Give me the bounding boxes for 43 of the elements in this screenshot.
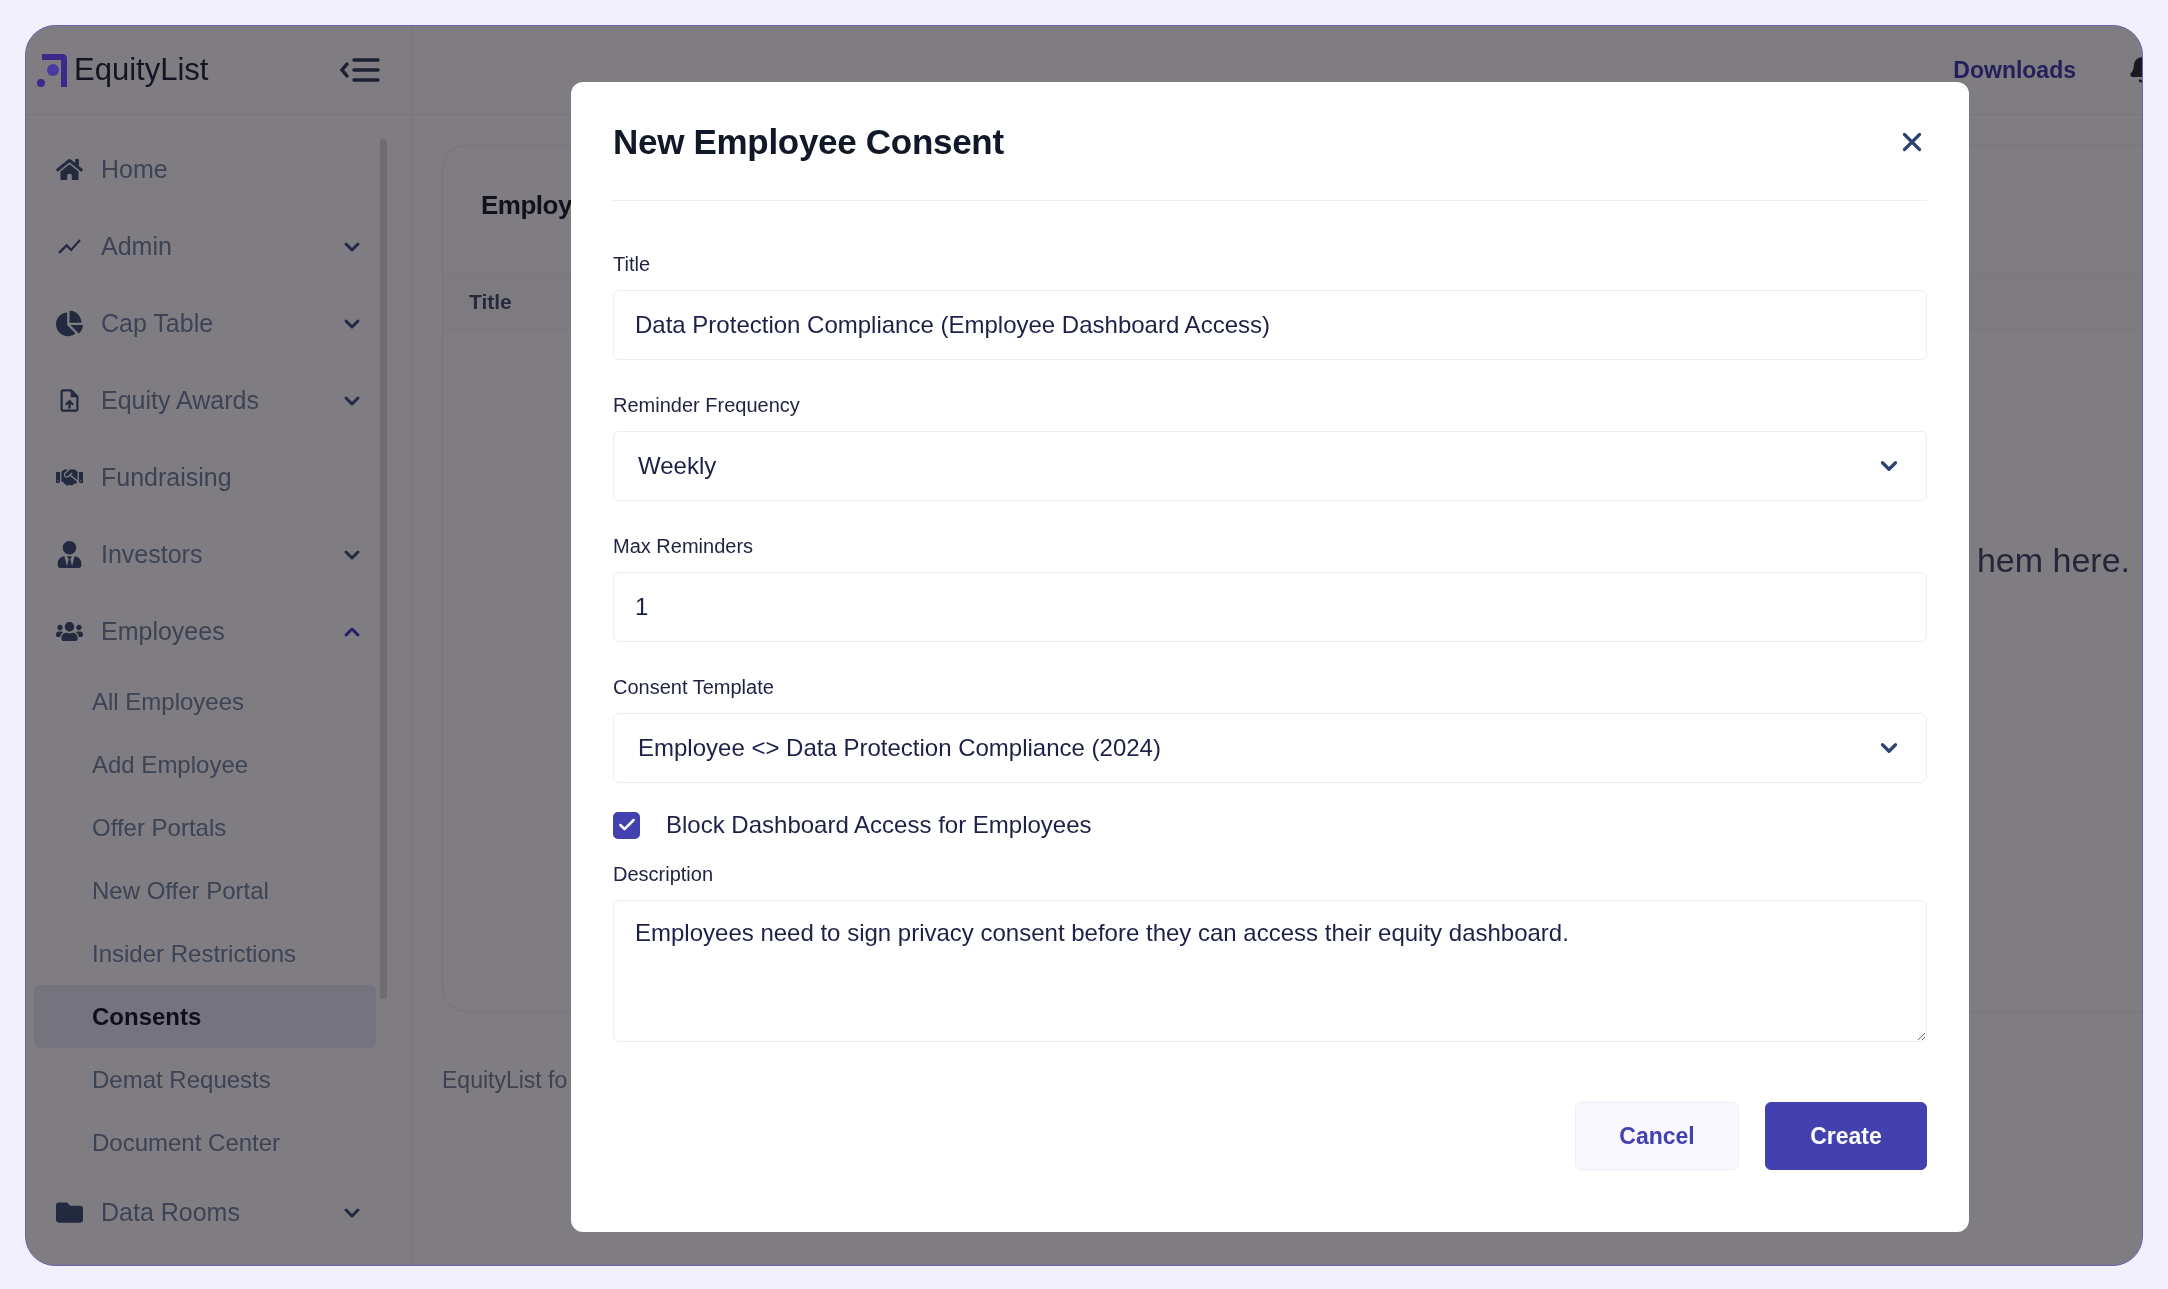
column-header: Title xyxy=(469,290,512,314)
person-icon xyxy=(56,541,83,568)
select-field[interactable]: Employee <> Data Protection Compliance (2024) xyxy=(613,713,1927,783)
sidebar-item[interactable]: Home xyxy=(34,131,376,208)
card-title: Employ xyxy=(481,190,572,222)
sidebar-item[interactable]: Fundraising xyxy=(34,439,376,516)
sidebar-subitem[interactable]: Demat Requests xyxy=(34,1048,376,1111)
field-label: Consent Template xyxy=(613,676,775,699)
sidebar-item[interactable]: Cap Table xyxy=(34,285,376,362)
create-button[interactable]: Create xyxy=(1765,1102,1927,1170)
checkbox-label: Block Dashboard Access for Employees xyxy=(666,811,1092,839)
folder-icon xyxy=(56,1199,83,1226)
downloads-link[interactable]: Downloads xyxy=(1953,56,2076,84)
collapse-menu-icon[interactable] xyxy=(339,57,381,83)
pie-chart-icon xyxy=(56,310,83,337)
sidebar-item[interactable]: Data Rooms xyxy=(34,1174,376,1251)
sidebar-subitem[interactable]: All Employees xyxy=(34,670,376,733)
empty-message: hem here. xyxy=(1976,541,2130,580)
sidebar-item[interactable]: Investors xyxy=(34,516,376,593)
home-icon xyxy=(56,156,83,183)
text-field[interactable]: 1 xyxy=(613,572,1927,642)
footer-text: EquityList fo xyxy=(442,1067,568,1094)
sidebar-item[interactable]: Equity Awards xyxy=(34,362,376,439)
field-label: Description xyxy=(613,863,715,886)
select-field[interactable]: Weekly xyxy=(613,431,1927,501)
field-label: Reminder Frequency xyxy=(613,394,801,417)
logo-text: EquityList xyxy=(74,52,209,88)
cancel-button[interactable]: Cancel xyxy=(1575,1102,1739,1170)
sidebar-item[interactable]: Employees xyxy=(34,593,376,670)
sidebar-subitem[interactable]: Add Employee xyxy=(34,733,376,796)
modal-title: New Employee Consent xyxy=(613,122,1004,162)
sidebar-item[interactable]: Admin xyxy=(34,208,376,285)
checkbox[interactable] xyxy=(613,811,640,839)
sidebar-subitem[interactable]: Offer Portals xyxy=(34,796,376,859)
field-label: Max Reminders xyxy=(613,535,755,558)
sidebar-subitem[interactable]: New Offer Portal xyxy=(34,859,376,922)
text-field[interactable]: Data Protection Compliance (Employee Dashboard Access) xyxy=(613,290,1927,360)
sidebar-subitem[interactable]: Insider Restrictions xyxy=(34,922,376,985)
sidebar-subitem[interactable]: Document Center xyxy=(34,1111,376,1174)
description-field[interactable]: Employees need to sign privacy consent before they can access their equity dashboard. xyxy=(613,900,1927,1042)
field-label: Title xyxy=(613,253,652,276)
logo-icon xyxy=(34,51,70,89)
sidebar-subitem[interactable]: Consents xyxy=(34,985,376,1048)
